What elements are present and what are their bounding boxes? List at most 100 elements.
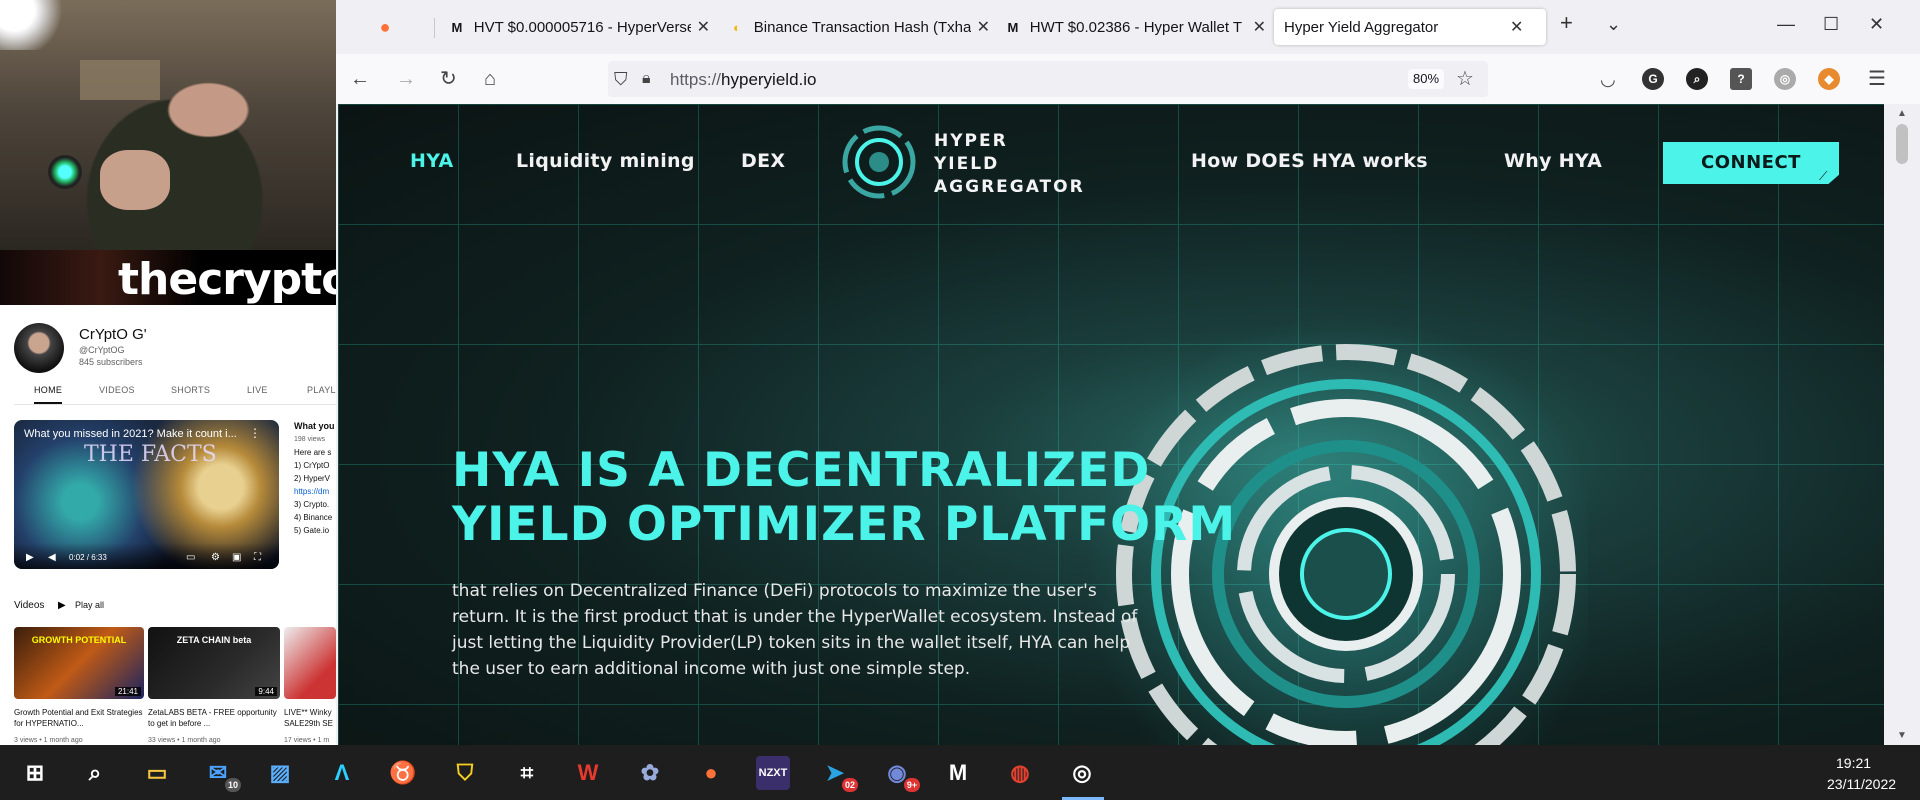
- search-extension-icon[interactable]: ⌕: [1686, 68, 1708, 90]
- scroll-thumb[interactable]: [1896, 124, 1908, 164]
- tab-hwt[interactable]: M HWT $0.02386 - Hyper Wallet T ✕: [1004, 9, 1266, 45]
- tab-shorts[interactable]: SHORTS: [171, 385, 210, 395]
- firefox-taskbar-icon[interactable]: ●: [694, 756, 728, 790]
- nav-why-hya[interactable]: Why HYA: [1504, 150, 1602, 172]
- close-tab-icon[interactable]: ✕: [977, 17, 990, 37]
- app-bull-icon[interactable]: ♉: [386, 756, 420, 790]
- maximize-icon[interactable]: ☐: [1823, 14, 1839, 35]
- tab-pinned-firefox[interactable]: ●: [376, 9, 406, 45]
- youtube-overlay-panel: thecryptoc CrYptO G' @CrYptOG 845 subscr…: [0, 0, 336, 745]
- shield-app-icon[interactable]: ⛉: [448, 756, 482, 790]
- new-tab-icon[interactable]: +: [1560, 10, 1573, 36]
- channel-name[interactable]: CrYptO G': [79, 326, 147, 343]
- close-tab-icon[interactable]: ✕: [1510, 17, 1523, 37]
- logo-line: AGGREGATOR: [934, 177, 1085, 197]
- pocket-icon[interactable]: ◡: [1600, 67, 1616, 91]
- settings-gear-icon[interactable]: ⚙: [211, 552, 220, 563]
- search-icon[interactable]: ⌕: [78, 756, 112, 790]
- more-options-icon[interactable]: ⋮: [249, 426, 261, 440]
- file-explorer-icon[interactable]: ▭: [140, 756, 174, 790]
- scroll-down-icon[interactable]: ▼: [1897, 730, 1907, 741]
- video-thumbnail[interactable]: [284, 627, 336, 699]
- scroll-up-icon[interactable]: ▲: [1897, 108, 1907, 119]
- play-icon[interactable]: ▶: [26, 552, 34, 563]
- video-duration: 9:44: [255, 687, 277, 696]
- fullscreen-icon[interactable]: ⛶: [254, 552, 261, 563]
- grammarly-icon[interactable]: G: [1642, 68, 1664, 90]
- channel-banner: thecryptoc: [0, 250, 336, 305]
- play-all-button[interactable]: Play all: [75, 600, 104, 610]
- miniplayer-icon[interactable]: ▣: [232, 552, 241, 563]
- close-tab-icon[interactable]: ✕: [697, 17, 710, 37]
- channel-avatar[interactable]: [14, 323, 64, 373]
- clock-date[interactable]: 23/11/2022: [1827, 776, 1896, 792]
- chrome-icon[interactable]: ◍: [1003, 756, 1037, 790]
- window-close-icon[interactable]: ✕: [1869, 14, 1884, 35]
- app-bird-icon[interactable]: ✿: [633, 756, 667, 790]
- app-m-icon[interactable]: M: [941, 756, 975, 790]
- photos-icon[interactable]: ▨: [263, 756, 297, 790]
- url-bar[interactable]: ⛉ 🔒︎ https://hyperyield.io 80% ☆: [608, 61, 1488, 97]
- video-title[interactable]: Growth Potential and Exit Strategies for…: [14, 707, 144, 729]
- lock-icon[interactable]: 🔒︎: [642, 67, 651, 91]
- nav-dex[interactable]: DEX: [741, 150, 785, 172]
- back-icon[interactable]: ←: [350, 67, 370, 91]
- windows-taskbar: ⊞ ⌕ ▭ ✉ 10 ▨ Λ ♉ ⛉ ⌗ W ✿ ● NZXT ➤ 02 ◉ 9+ M…: [0, 745, 1920, 800]
- account-icon[interactable]: ◎: [1774, 68, 1796, 90]
- help-extension-icon[interactable]: ?: [1730, 68, 1752, 90]
- video-thumbnail[interactable]: ZETA CHAIN beta 9:44: [148, 627, 280, 699]
- connect-wallet-button[interactable]: CONNECT: [1663, 142, 1839, 184]
- nav-how-hya-works[interactable]: How DOES HYA works: [1191, 150, 1428, 172]
- app-a-icon[interactable]: Λ: [325, 756, 359, 790]
- app-w-icon[interactable]: W: [571, 756, 605, 790]
- telegram-icon[interactable]: ➤ 02: [818, 756, 858, 792]
- description-link[interactable]: https://dm: [294, 485, 336, 498]
- tab-videos[interactable]: VIDEOS: [99, 385, 135, 395]
- clock-time[interactable]: 19:21: [1836, 755, 1871, 771]
- tab-home[interactable]: HOME: [34, 385, 63, 404]
- tracking-shield-icon[interactable]: ⛉: [614, 67, 628, 91]
- hyperverse-icon: M: [451, 19, 463, 35]
- lamp-light: [0, 0, 70, 50]
- tab-hvt[interactable]: M HVT $0.000005716 - HyperVerse ✕: [448, 9, 710, 45]
- tab-live[interactable]: LIVE: [247, 385, 268, 395]
- tab-hyper-yield[interactable]: Hyper Yield Aggregator ✕: [1274, 9, 1546, 45]
- video-title[interactable]: ZetaLABS BETA - FREE opportunity to get …: [148, 707, 278, 729]
- metamask-icon[interactable]: ◆: [1818, 68, 1840, 90]
- webcam-feed: [0, 0, 336, 250]
- bscscan-icon: ◐: [732, 19, 741, 35]
- nav-hya[interactable]: HYA: [410, 150, 453, 172]
- nav-liquidity-mining[interactable]: Liquidity mining: [516, 150, 695, 172]
- zoom-level[interactable]: 80%: [1408, 69, 1444, 89]
- url-text[interactable]: https://hyperyield.io: [670, 70, 816, 90]
- nzxt-icon[interactable]: NZXT: [756, 756, 790, 790]
- hero-title-line: HYA IS A DECENTRALIZED: [452, 443, 1151, 498]
- volume-icon[interactable]: ◀: [48, 552, 56, 563]
- featured-video-player[interactable]: What you missed in 2021? Make it count i…: [14, 420, 279, 569]
- obs-icon[interactable]: ◎: [1065, 756, 1099, 790]
- bookmark-star-icon[interactable]: ☆: [1456, 67, 1474, 91]
- thumbnail-text: ZETA CHAIN beta: [176, 635, 252, 645]
- close-tab-icon[interactable]: ✕: [1253, 17, 1266, 37]
- play-all-icon[interactable]: ▶: [58, 600, 66, 611]
- minimize-icon[interactable]: —: [1777, 14, 1795, 35]
- page-scrollbar[interactable]: ▲ ▼: [1886, 104, 1920, 745]
- windows-start-icon[interactable]: ⊞: [18, 756, 52, 790]
- screen-snip-icon[interactable]: ⌗: [510, 756, 544, 790]
- home-icon[interactable]: ⌂: [484, 67, 496, 91]
- tab-playlists[interactable]: PLAYL: [307, 385, 336, 395]
- hya-logo-icon[interactable]: [841, 124, 917, 200]
- featured-video-title[interactable]: What you missed in 2021? Make it count i…: [24, 428, 237, 440]
- hamburger-menu-icon[interactable]: ☰: [1868, 67, 1886, 91]
- video-title[interactable]: LIVE** Winky SALE29th SE: [284, 707, 336, 729]
- discord-icon[interactable]: ◉ 9+: [880, 756, 920, 792]
- reload-icon[interactable]: ↻: [440, 67, 457, 91]
- captions-icon[interactable]: ▭: [186, 552, 195, 563]
- thumbnail-text: GROWTH POTENTIAL: [31, 635, 127, 645]
- logo-wordmark[interactable]: HYPER YIELD AGGREGATOR: [934, 130, 1085, 199]
- video-thumbnail[interactable]: GROWTH POTENTIAL 21:41: [14, 627, 144, 699]
- tab-binance[interactable]: ◐ Binance Transaction Hash (Txhash) ✕: [728, 9, 990, 45]
- mail-icon[interactable]: ✉ 10: [201, 756, 241, 792]
- forward-icon[interactable]: →: [396, 67, 416, 91]
- list-all-tabs-icon[interactable]: ⌄: [1606, 14, 1621, 35]
